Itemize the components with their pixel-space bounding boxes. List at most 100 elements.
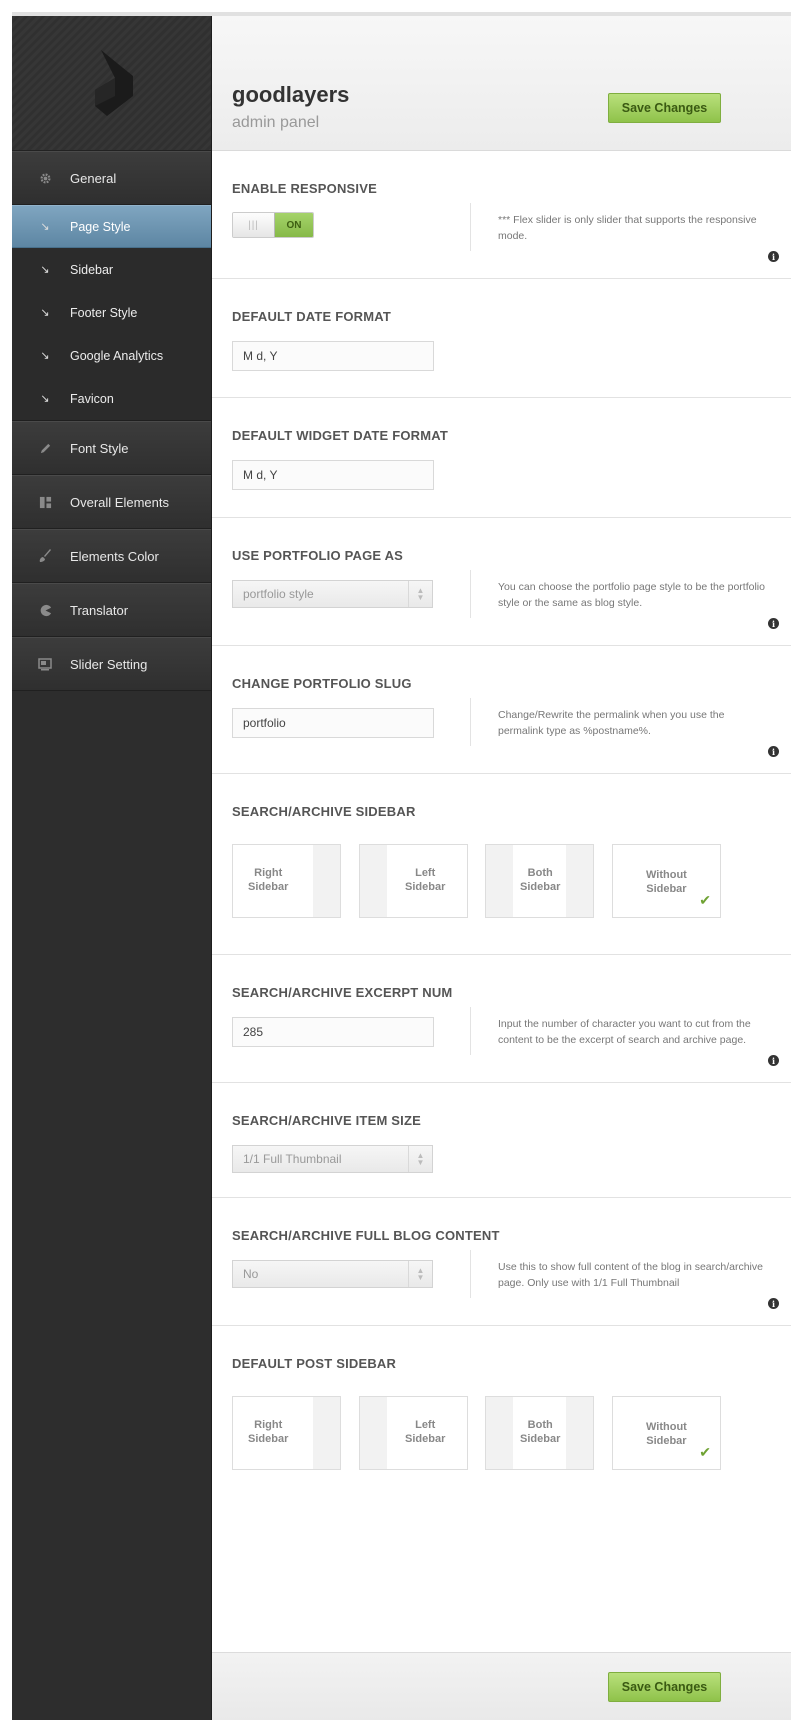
arrow-down-right-icon: ↘ bbox=[40, 307, 50, 319]
admin-frame: General ↘ Page Style ↘ Sidebar ↘ Footer … bbox=[12, 12, 791, 1720]
layout-strip bbox=[313, 1397, 340, 1469]
layout-both-sidebar[interactable]: Both Sidebar bbox=[485, 1396, 594, 1470]
layout-strip bbox=[566, 1397, 593, 1469]
sidebar-subitem-label: Favicon bbox=[70, 391, 114, 406]
layout-left-sidebar[interactable]: Left Sidebar bbox=[359, 1396, 468, 1470]
section-description: Input the number of character you want t… bbox=[498, 1018, 751, 1046]
sidebar-layout-picker: Right Sidebar Left Sidebar Both Sidebar Wit… bbox=[232, 844, 721, 918]
info-icon[interactable]: i bbox=[768, 251, 779, 262]
sidebar-submenu: ↘ Page Style ↘ Sidebar ↘ Footer Style ↘ … bbox=[12, 205, 211, 421]
sidebar-item-font-style[interactable]: Font Style bbox=[12, 421, 211, 475]
post-sidebar-layout-picker: Right Sidebar Left Sidebar Both Sidebar Wit… bbox=[232, 1396, 721, 1470]
full-blog-select[interactable]: No ▲ ▼ bbox=[232, 1260, 433, 1288]
logo-icon bbox=[94, 50, 133, 116]
layout-without-sidebar[interactable]: Without Sidebar ✔ bbox=[612, 1396, 721, 1470]
layout-right-sidebar[interactable]: Right Sidebar bbox=[232, 1396, 341, 1470]
sidebar-subitem-label: Footer Style bbox=[70, 305, 138, 320]
sidebar-subitem-favicon[interactable]: ↘ Favicon bbox=[12, 377, 211, 420]
sidebar-item-overall-elements[interactable]: Overall Elements bbox=[12, 475, 211, 529]
sidebar-item-general[interactable]: General bbox=[12, 151, 211, 205]
section-title: ENABLE RESPONSIVE bbox=[232, 181, 377, 196]
select-arrows-icon: ▲ ▼ bbox=[408, 1146, 432, 1172]
save-changes-button[interactable]: Save Changes bbox=[608, 93, 721, 123]
section-portfolio-page: USE PORTFOLIO PAGE AS portfolio style ▲ ▼… bbox=[212, 518, 791, 646]
layout-without-sidebar[interactable]: Without Sidebar ✔ bbox=[612, 844, 721, 918]
layout-strip bbox=[313, 845, 340, 917]
info-icon[interactable]: i bbox=[768, 1055, 779, 1066]
section-enable-responsive: ENABLE RESPONSIVE ||| ON *** Flex slider… bbox=[212, 151, 791, 279]
section-excerpt-num: SEARCH/ARCHIVE EXCERPT NUM 285 Input the… bbox=[212, 955, 791, 1083]
section-description: Use this to show full content of the blo… bbox=[498, 1261, 763, 1289]
sidebar-item-translator[interactable]: Translator bbox=[12, 583, 211, 637]
save-changes-button-footer[interactable]: Save Changes bbox=[608, 1672, 721, 1702]
item-size-select[interactable]: 1/1 Full Thumbnail ▲ ▼ bbox=[232, 1145, 433, 1173]
select-value: 1/1 Full Thumbnail bbox=[243, 1152, 342, 1166]
sidebar-subitem-footer-style[interactable]: ↘ Footer Style bbox=[12, 291, 211, 334]
section-title: DEFAULT DATE FORMAT bbox=[232, 309, 392, 324]
layout-strip bbox=[360, 845, 387, 917]
sidebar-subitem-label: Page Style bbox=[70, 219, 131, 234]
divider bbox=[470, 570, 471, 618]
info-icon[interactable]: i bbox=[768, 746, 779, 757]
brush-icon bbox=[37, 548, 53, 564]
sidebar-subitem-page-style[interactable]: ↘ Page Style bbox=[12, 205, 211, 248]
layout-label: Right Sidebar bbox=[248, 866, 289, 894]
layout-strip bbox=[486, 1397, 513, 1469]
logo-area bbox=[12, 16, 211, 151]
excerpt-num-input[interactable]: 285 bbox=[232, 1017, 434, 1047]
pacman-icon bbox=[37, 602, 53, 618]
arrow-down-right-icon: ↘ bbox=[40, 221, 50, 233]
sidebar-item-slider-setting[interactable]: Slider Setting bbox=[12, 637, 211, 691]
sidebar-item-label: Translator bbox=[70, 602, 129, 618]
info-icon[interactable]: i bbox=[768, 618, 779, 629]
layout-both-sidebar[interactable]: Both Sidebar bbox=[485, 844, 594, 918]
toggle-knob: ||| bbox=[233, 213, 275, 237]
checkmark-icon: ✔ bbox=[699, 1444, 711, 1460]
section-widget-date-format: DEFAULT WIDGET DATE FORMAT M d, Y bbox=[212, 398, 791, 518]
gear-icon bbox=[37, 170, 53, 186]
date-format-input[interactable]: M d, Y bbox=[232, 341, 434, 371]
portfolio-slug-input[interactable]: portfolio bbox=[232, 708, 434, 738]
layout-icon bbox=[37, 494, 53, 510]
sidebar-item-label: Overall Elements bbox=[70, 494, 169, 510]
section-title: SEARCH/ARCHIVE FULL BLOG CONTENT bbox=[232, 1228, 500, 1243]
info-icon[interactable]: i bbox=[768, 1298, 779, 1309]
layout-right-sidebar[interactable]: Right Sidebar bbox=[232, 844, 341, 918]
arrow-down-right-icon: ↘ bbox=[40, 393, 50, 405]
layout-label: Both Sidebar bbox=[520, 1418, 561, 1446]
layout-left-sidebar[interactable]: Left Sidebar bbox=[359, 844, 468, 918]
section-title: SEARCH/ARCHIVE ITEM SIZE bbox=[232, 1113, 421, 1128]
select-value: No bbox=[243, 1267, 259, 1281]
section-title: DEFAULT WIDGET DATE FORMAT bbox=[232, 428, 449, 443]
divider bbox=[470, 1250, 471, 1298]
checkmark-icon: ✔ bbox=[699, 892, 711, 908]
select-value: portfolio style bbox=[243, 587, 314, 601]
layout-label: Without Sidebar bbox=[646, 1420, 687, 1448]
layout-label: Left Sidebar bbox=[405, 1418, 446, 1446]
main-panel: goodlayers admin panel Save Changes ENAB… bbox=[212, 16, 791, 1720]
sidebar-subitem-google-analytics[interactable]: ↘ Google Analytics bbox=[12, 334, 211, 377]
brand-subtitle: admin panel bbox=[232, 114, 320, 131]
portfolio-page-select[interactable]: portfolio style ▲ ▼ bbox=[232, 580, 433, 608]
footer-bar: Save Changes bbox=[212, 1652, 791, 1720]
section-full-blog-content: SEARCH/ARCHIVE FULL BLOG CONTENT No ▲ ▼ U… bbox=[212, 1198, 791, 1326]
responsive-toggle[interactable]: ||| ON bbox=[232, 212, 314, 238]
divider bbox=[470, 203, 471, 251]
section-item-size: SEARCH/ARCHIVE ITEM SIZE 1/1 Full Thumbn… bbox=[212, 1083, 791, 1198]
section-title: USE PORTFOLIO PAGE AS bbox=[232, 548, 404, 563]
layout-strip bbox=[360, 1397, 387, 1469]
sidebar-item-elements-color[interactable]: Elements Color bbox=[12, 529, 211, 583]
section-title: SEARCH/ARCHIVE SIDEBAR bbox=[232, 804, 416, 819]
section-description: Change/Rewrite the permalink when you us… bbox=[498, 709, 725, 737]
sidebar-subitem-sidebar[interactable]: ↘ Sidebar bbox=[12, 248, 211, 291]
sidebar: General ↘ Page Style ↘ Sidebar ↘ Footer … bbox=[12, 16, 212, 1720]
section-title: DEFAULT POST SIDEBAR bbox=[232, 1356, 397, 1371]
widget-date-format-input[interactable]: M d, Y bbox=[232, 460, 434, 490]
section-search-archive-sidebar: SEARCH/ARCHIVE SIDEBAR Right Sidebar Left… bbox=[212, 774, 791, 955]
layout-strip bbox=[486, 845, 513, 917]
sidebar-item-label: General bbox=[70, 170, 117, 186]
divider bbox=[470, 698, 471, 746]
section-title: SEARCH/ARCHIVE EXCERPT NUM bbox=[232, 985, 453, 1000]
arrow-down-right-icon: ↘ bbox=[40, 350, 50, 362]
pencil-icon bbox=[37, 440, 53, 456]
